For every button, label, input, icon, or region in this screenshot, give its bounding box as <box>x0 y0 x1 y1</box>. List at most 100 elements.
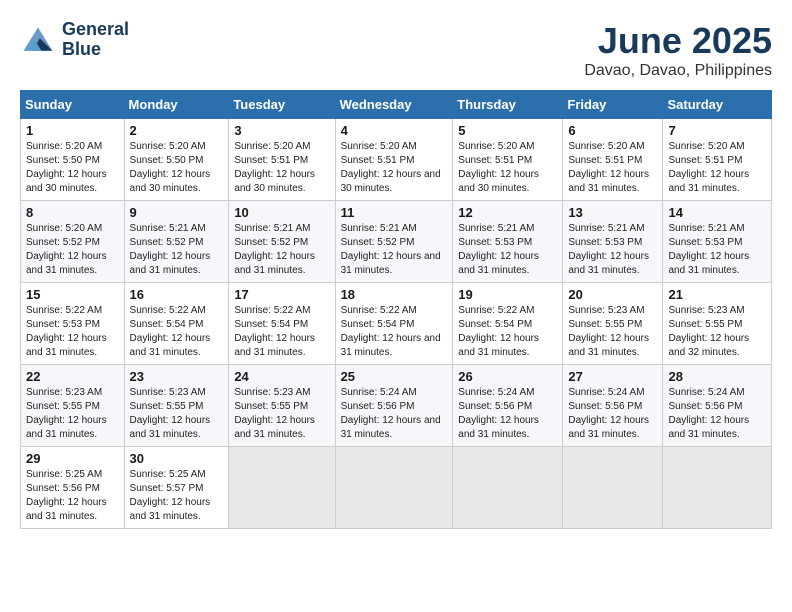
calendar-cell: 16 Sunrise: 5:22 AMSunset: 5:54 PMDaylig… <box>124 283 229 365</box>
day-info: Sunrise: 5:24 AMSunset: 5:56 PMDaylight:… <box>341 387 441 440</box>
calendar-cell: 22 Sunrise: 5:23 AMSunset: 5:55 PMDaylig… <box>21 365 125 447</box>
day-info: Sunrise: 5:23 AMSunset: 5:55 PMDaylight:… <box>568 305 649 358</box>
calendar-cell: 13 Sunrise: 5:21 AMSunset: 5:53 PMDaylig… <box>563 201 663 283</box>
calendar-cell: 10 Sunrise: 5:21 AMSunset: 5:52 PMDaylig… <box>229 201 335 283</box>
calendar-week-2: 8 Sunrise: 5:20 AMSunset: 5:52 PMDayligh… <box>21 201 772 283</box>
title-area: June 2025 Davao, Davao, Philippines <box>584 20 772 80</box>
calendar-cell <box>663 447 772 529</box>
day-number: 28 <box>668 369 766 384</box>
day-info: Sunrise: 5:21 AMSunset: 5:53 PMDaylight:… <box>568 223 649 276</box>
logo-text: GeneralBlue <box>62 20 129 60</box>
header-tuesday: Tuesday <box>229 91 335 119</box>
calendar-cell: 1 Sunrise: 5:20 AMSunset: 5:50 PMDayligh… <box>21 119 125 201</box>
calendar-cell: 24 Sunrise: 5:23 AMSunset: 5:55 PMDaylig… <box>229 365 335 447</box>
calendar-cell: 5 Sunrise: 5:20 AMSunset: 5:51 PMDayligh… <box>453 119 563 201</box>
day-info: Sunrise: 5:22 AMSunset: 5:54 PMDaylight:… <box>130 305 211 358</box>
calendar-cell: 20 Sunrise: 5:23 AMSunset: 5:55 PMDaylig… <box>563 283 663 365</box>
calendar-cell <box>335 447 453 529</box>
logo-icon <box>20 22 56 58</box>
calendar-header-row: SundayMondayTuesdayWednesdayThursdayFrid… <box>21 91 772 119</box>
day-number: 15 <box>26 287 119 302</box>
calendar-cell: 12 Sunrise: 5:21 AMSunset: 5:53 PMDaylig… <box>453 201 563 283</box>
day-number: 22 <box>26 369 119 384</box>
day-info: Sunrise: 5:24 AMSunset: 5:56 PMDaylight:… <box>668 387 749 440</box>
day-number: 1 <box>26 123 119 138</box>
day-info: Sunrise: 5:22 AMSunset: 5:54 PMDaylight:… <box>341 305 441 358</box>
calendar-cell: 9 Sunrise: 5:21 AMSunset: 5:52 PMDayligh… <box>124 201 229 283</box>
calendar-cell: 30 Sunrise: 5:25 AMSunset: 5:57 PMDaylig… <box>124 447 229 529</box>
day-number: 24 <box>234 369 329 384</box>
day-number: 4 <box>341 123 448 138</box>
calendar-cell: 19 Sunrise: 5:22 AMSunset: 5:54 PMDaylig… <box>453 283 563 365</box>
day-info: Sunrise: 5:21 AMSunset: 5:52 PMDaylight:… <box>234 223 315 276</box>
day-number: 26 <box>458 369 557 384</box>
day-info: Sunrise: 5:22 AMSunset: 5:54 PMDaylight:… <box>234 305 315 358</box>
calendar-week-3: 15 Sunrise: 5:22 AMSunset: 5:53 PMDaylig… <box>21 283 772 365</box>
header-wednesday: Wednesday <box>335 91 453 119</box>
calendar-cell: 23 Sunrise: 5:23 AMSunset: 5:55 PMDaylig… <box>124 365 229 447</box>
day-info: Sunrise: 5:21 AMSunset: 5:53 PMDaylight:… <box>458 223 539 276</box>
day-number: 27 <box>568 369 657 384</box>
day-number: 14 <box>668 205 766 220</box>
calendar-cell <box>229 447 335 529</box>
subtitle: Davao, Davao, Philippines <box>584 62 772 80</box>
calendar-cell: 25 Sunrise: 5:24 AMSunset: 5:56 PMDaylig… <box>335 365 453 447</box>
calendar-cell <box>563 447 663 529</box>
calendar-cell: 14 Sunrise: 5:21 AMSunset: 5:53 PMDaylig… <box>663 201 772 283</box>
day-number: 5 <box>458 123 557 138</box>
day-number: 20 <box>568 287 657 302</box>
header-monday: Monday <box>124 91 229 119</box>
day-number: 25 <box>341 369 448 384</box>
day-info: Sunrise: 5:20 AMSunset: 5:50 PMDaylight:… <box>130 141 211 194</box>
day-info: Sunrise: 5:25 AMSunset: 5:57 PMDaylight:… <box>130 469 211 522</box>
day-number: 21 <box>668 287 766 302</box>
day-info: Sunrise: 5:23 AMSunset: 5:55 PMDaylight:… <box>130 387 211 440</box>
calendar-week-1: 1 Sunrise: 5:20 AMSunset: 5:50 PMDayligh… <box>21 119 772 201</box>
day-number: 10 <box>234 205 329 220</box>
calendar-cell: 26 Sunrise: 5:24 AMSunset: 5:56 PMDaylig… <box>453 365 563 447</box>
day-number: 6 <box>568 123 657 138</box>
day-info: Sunrise: 5:25 AMSunset: 5:56 PMDaylight:… <box>26 469 107 522</box>
calendar-week-4: 22 Sunrise: 5:23 AMSunset: 5:55 PMDaylig… <box>21 365 772 447</box>
calendar-cell: 21 Sunrise: 5:23 AMSunset: 5:55 PMDaylig… <box>663 283 772 365</box>
calendar-cell: 2 Sunrise: 5:20 AMSunset: 5:50 PMDayligh… <box>124 119 229 201</box>
day-info: Sunrise: 5:24 AMSunset: 5:56 PMDaylight:… <box>458 387 539 440</box>
day-info: Sunrise: 5:20 AMSunset: 5:52 PMDaylight:… <box>26 223 107 276</box>
day-number: 8 <box>26 205 119 220</box>
day-info: Sunrise: 5:20 AMSunset: 5:50 PMDaylight:… <box>26 141 107 194</box>
day-number: 17 <box>234 287 329 302</box>
calendar-cell: 27 Sunrise: 5:24 AMSunset: 5:56 PMDaylig… <box>563 365 663 447</box>
calendar-cell: 28 Sunrise: 5:24 AMSunset: 5:56 PMDaylig… <box>663 365 772 447</box>
header-friday: Friday <box>563 91 663 119</box>
header-sunday: Sunday <box>21 91 125 119</box>
main-title: June 2025 <box>584 20 772 62</box>
calendar-cell: 8 Sunrise: 5:20 AMSunset: 5:52 PMDayligh… <box>21 201 125 283</box>
day-info: Sunrise: 5:22 AMSunset: 5:54 PMDaylight:… <box>458 305 539 358</box>
calendar-cell: 15 Sunrise: 5:22 AMSunset: 5:53 PMDaylig… <box>21 283 125 365</box>
day-number: 3 <box>234 123 329 138</box>
day-info: Sunrise: 5:23 AMSunset: 5:55 PMDaylight:… <box>234 387 315 440</box>
day-number: 13 <box>568 205 657 220</box>
day-info: Sunrise: 5:24 AMSunset: 5:56 PMDaylight:… <box>568 387 649 440</box>
day-number: 2 <box>130 123 224 138</box>
calendar-cell: 11 Sunrise: 5:21 AMSunset: 5:52 PMDaylig… <box>335 201 453 283</box>
day-info: Sunrise: 5:20 AMSunset: 5:51 PMDaylight:… <box>234 141 315 194</box>
day-info: Sunrise: 5:20 AMSunset: 5:51 PMDaylight:… <box>568 141 649 194</box>
day-number: 19 <box>458 287 557 302</box>
day-number: 7 <box>668 123 766 138</box>
calendar-week-5: 29 Sunrise: 5:25 AMSunset: 5:56 PMDaylig… <box>21 447 772 529</box>
calendar-cell: 17 Sunrise: 5:22 AMSunset: 5:54 PMDaylig… <box>229 283 335 365</box>
day-info: Sunrise: 5:21 AMSunset: 5:52 PMDaylight:… <box>130 223 211 276</box>
day-info: Sunrise: 5:23 AMSunset: 5:55 PMDaylight:… <box>668 305 749 358</box>
day-info: Sunrise: 5:21 AMSunset: 5:52 PMDaylight:… <box>341 223 441 276</box>
calendar-cell: 7 Sunrise: 5:20 AMSunset: 5:51 PMDayligh… <box>663 119 772 201</box>
day-info: Sunrise: 5:22 AMSunset: 5:53 PMDaylight:… <box>26 305 107 358</box>
calendar-cell: 4 Sunrise: 5:20 AMSunset: 5:51 PMDayligh… <box>335 119 453 201</box>
header-saturday: Saturday <box>663 91 772 119</box>
calendar-cell <box>453 447 563 529</box>
day-number: 12 <box>458 205 557 220</box>
calendar-cell: 29 Sunrise: 5:25 AMSunset: 5:56 PMDaylig… <box>21 447 125 529</box>
day-number: 23 <box>130 369 224 384</box>
day-info: Sunrise: 5:21 AMSunset: 5:53 PMDaylight:… <box>668 223 749 276</box>
day-number: 11 <box>341 205 448 220</box>
